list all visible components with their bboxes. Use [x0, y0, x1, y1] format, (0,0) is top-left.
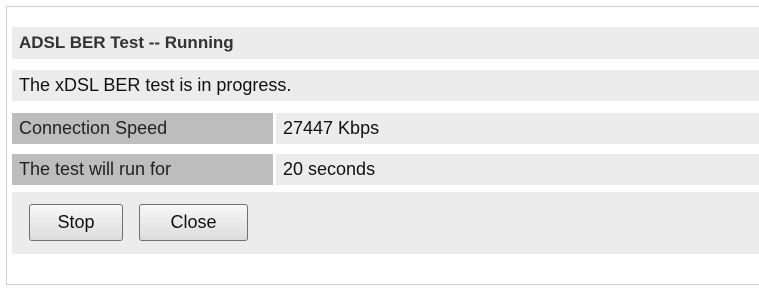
detail-label: Connection Speed [12, 113, 273, 144]
status-message: The xDSL BER test is in progress. [12, 70, 759, 101]
detail-value: 20 seconds [276, 154, 759, 185]
stop-button[interactable]: Stop [29, 204, 123, 241]
detail-label: The test will run for [12, 154, 273, 185]
panel-title: ADSL BER Test -- Running [12, 27, 759, 59]
detail-row-duration: The test will run for 20 seconds [12, 154, 759, 185]
button-bar: Stop Close [12, 192, 759, 254]
detail-value: 27447 Kbps [276, 113, 759, 144]
close-button[interactable]: Close [139, 204, 248, 241]
detail-row-connection-speed: Connection Speed 27447 Kbps [12, 113, 759, 144]
